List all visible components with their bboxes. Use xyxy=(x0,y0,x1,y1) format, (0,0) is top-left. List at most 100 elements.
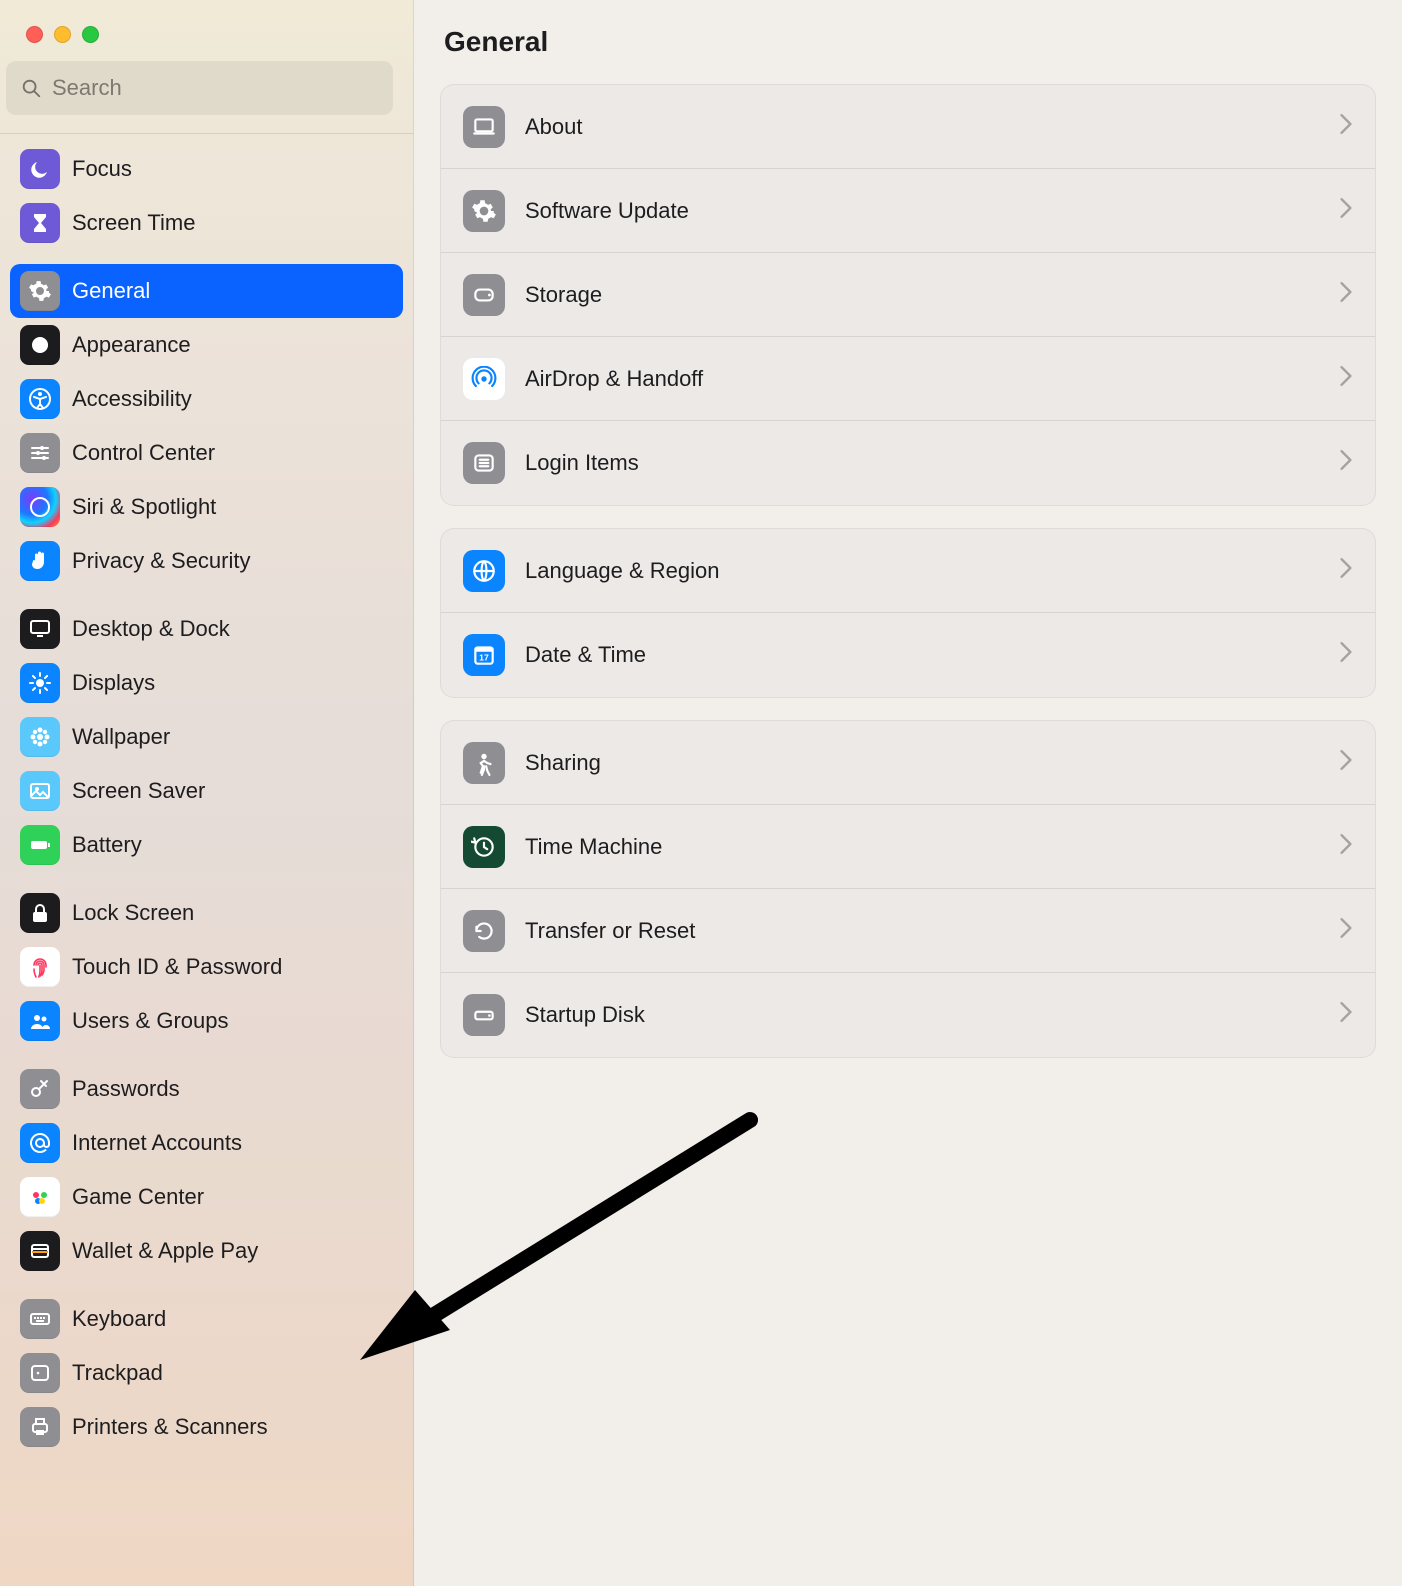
settings-row-time-machine[interactable]: Time Machine xyxy=(441,805,1375,889)
clock-arrow-icon xyxy=(463,826,505,868)
sidebar-item-label: Passwords xyxy=(72,1076,180,1102)
battery-icon xyxy=(20,825,60,865)
settings-row-label: Date & Time xyxy=(525,642,1339,668)
sidebar-item-game-center[interactable]: Game Center xyxy=(10,1170,403,1224)
airdrop-icon xyxy=(463,358,505,400)
sidebar-item-label: Focus xyxy=(72,156,132,182)
sidebar-section-gap xyxy=(10,872,403,886)
settings-row-startup[interactable]: Startup Disk xyxy=(441,973,1375,1057)
sidebar-item-label: Control Center xyxy=(72,440,215,466)
chevron-right-icon xyxy=(1339,449,1353,477)
sidebar-item-accessibility[interactable]: Accessibility xyxy=(10,372,403,426)
settings-row-date[interactable]: Date & Time xyxy=(441,613,1375,697)
appearance-icon xyxy=(20,325,60,365)
sidebar-item-label: Trackpad xyxy=(72,1360,163,1386)
sidebar-item-keyboard[interactable]: Keyboard xyxy=(10,1292,403,1346)
keyboard-icon xyxy=(20,1299,60,1339)
sidebar-item-wallpaper[interactable]: Wallpaper xyxy=(10,710,403,764)
settings-row-label: Sharing xyxy=(525,750,1339,776)
search-field[interactable] xyxy=(6,61,393,115)
window-controls xyxy=(0,0,413,61)
settings-row-airdrop[interactable]: AirDrop & Handoff xyxy=(441,337,1375,421)
sun-icon xyxy=(20,663,60,703)
minimize-window-button[interactable] xyxy=(54,26,71,43)
sidebar-item-appearance[interactable]: Appearance xyxy=(10,318,403,372)
settings-group: Sharing Time MachineTransfer or ResetStar… xyxy=(440,720,1376,1058)
sidebar-item-general[interactable]: General xyxy=(10,264,403,318)
sidebar-item-label: Users & Groups xyxy=(72,1008,229,1034)
people-icon xyxy=(20,1001,60,1041)
sidebar-item-screensaver[interactable]: Screen Saver xyxy=(10,764,403,818)
sidebar-item-displays[interactable]: Displays xyxy=(10,656,403,710)
settings-group: About Software Update Storage AirDrop & Han… xyxy=(440,84,1376,506)
printer-icon xyxy=(20,1407,60,1447)
sidebar-item-internet-accts[interactable]: Internet Accounts xyxy=(10,1116,403,1170)
chevron-right-icon xyxy=(1339,197,1353,225)
hand-icon xyxy=(20,541,60,581)
sidebar-item-label: Displays xyxy=(72,670,155,696)
harddrive-icon xyxy=(463,994,505,1036)
settings-row-label: AirDrop & Handoff xyxy=(525,366,1339,392)
sidebar-item-label: Game Center xyxy=(72,1184,204,1210)
settings-row-about[interactable]: About xyxy=(441,85,1375,169)
lock-icon xyxy=(20,893,60,933)
sidebar-item-control-center[interactable]: Control Center xyxy=(10,426,403,480)
settings-row-transfer[interactable]: Transfer or Reset xyxy=(441,889,1375,973)
sidebar-item-label: General xyxy=(72,278,150,304)
settings-row-label: About xyxy=(525,114,1339,140)
settings-row-login[interactable]: Login Items xyxy=(441,421,1375,505)
list-icon xyxy=(463,442,505,484)
settings-row-storage[interactable]: Storage xyxy=(441,253,1375,337)
laptop-icon xyxy=(463,106,505,148)
chevron-right-icon xyxy=(1339,833,1353,861)
sidebar-section-gap xyxy=(10,588,403,602)
sidebar-item-desktop-dock[interactable]: Desktop & Dock xyxy=(10,602,403,656)
disk-icon xyxy=(463,274,505,316)
globe-icon xyxy=(463,550,505,592)
sidebar-item-passwords[interactable]: Passwords xyxy=(10,1062,403,1116)
sidebar-list: Focus Screen Time General Appearance Accessi… xyxy=(0,138,413,1484)
sidebar-item-label: Siri & Spotlight xyxy=(72,494,216,520)
sidebar-section-gap xyxy=(10,250,403,264)
sidebar-item-label: Privacy & Security xyxy=(72,548,251,574)
sidebar-item-focus[interactable]: Focus xyxy=(10,142,403,196)
settings-row-sharing[interactable]: Sharing xyxy=(441,721,1375,805)
settings-row-label: Software Update xyxy=(525,198,1339,224)
settings-group: Language & Region Date & Time xyxy=(440,528,1376,698)
sidebar-item-users-groups[interactable]: Users & Groups xyxy=(10,994,403,1048)
sidebar-item-wallet[interactable]: Wallet & Apple Pay xyxy=(10,1224,403,1278)
sidebar-item-privacy[interactable]: Privacy & Security xyxy=(10,534,403,588)
sidebar-item-printers[interactable]: Printers & Scanners xyxy=(10,1400,403,1454)
sidebar-item-touch-id[interactable]: Touch ID & Password xyxy=(10,940,403,994)
sidebar-item-lock-screen[interactable]: Lock Screen xyxy=(10,886,403,940)
sidebar-item-siri-spotlight[interactable]: Siri & Spotlight xyxy=(10,480,403,534)
fingerprint-icon xyxy=(20,947,60,987)
sidebar-item-label: Appearance xyxy=(72,332,191,358)
sidebar-section-gap xyxy=(10,1278,403,1292)
wallet-icon xyxy=(20,1231,60,1271)
sidebar-section-gap xyxy=(10,1048,403,1062)
sidebar-item-screen-time[interactable]: Screen Time xyxy=(10,196,403,250)
at-icon xyxy=(20,1123,60,1163)
sidebar-item-label: Lock Screen xyxy=(72,900,194,926)
sidebar-item-trackpad[interactable]: Trackpad xyxy=(10,1346,403,1400)
sidebar-item-label: Accessibility xyxy=(72,386,192,412)
settings-row-software[interactable]: Software Update xyxy=(441,169,1375,253)
page-title: General xyxy=(440,26,1376,58)
chevron-right-icon xyxy=(1339,749,1353,777)
sidebar-item-label: Wallpaper xyxy=(72,724,170,750)
sidebar-item-battery[interactable]: Battery xyxy=(10,818,403,872)
chevron-right-icon xyxy=(1339,113,1353,141)
main-content: General About Software Update Storage AirDr… xyxy=(414,0,1402,1586)
settings-row-label: Language & Region xyxy=(525,558,1339,584)
sidebar-item-label: Touch ID & Password xyxy=(72,954,282,980)
fullscreen-window-button[interactable] xyxy=(82,26,99,43)
gear-badge-icon xyxy=(463,190,505,232)
close-window-button[interactable] xyxy=(26,26,43,43)
chevron-right-icon xyxy=(1339,641,1353,669)
search-input[interactable] xyxy=(52,75,379,101)
siri-icon xyxy=(20,487,60,527)
divider xyxy=(0,133,413,134)
settings-row-language[interactable]: Language & Region xyxy=(441,529,1375,613)
calendar-icon xyxy=(463,634,505,676)
